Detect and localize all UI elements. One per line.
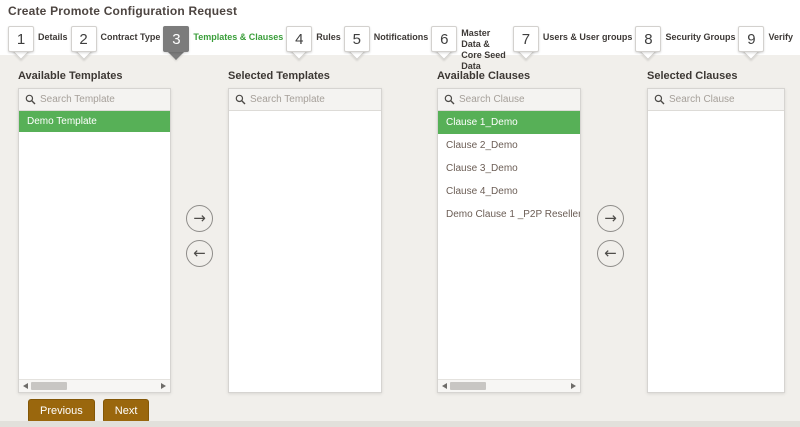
list-item-clause-4[interactable]: Clause 4_Demo (438, 180, 580, 203)
list-item-clause-2[interactable]: Clause 2_Demo (438, 134, 580, 157)
step-number: 4 (286, 26, 312, 52)
next-button[interactable]: Next (103, 399, 150, 423)
step-badge: 8 (635, 26, 661, 64)
step-badge: 4 (286, 26, 312, 64)
move-template-left-button[interactable]: ← (186, 240, 213, 267)
wizard-step-bar: 1 Details 2 Contract Type 3 Templates & … (8, 26, 796, 72)
templates-transfer-controls: → ← (186, 205, 213, 267)
step-number: 3 (163, 26, 189, 52)
move-template-right-button[interactable]: → (186, 205, 213, 232)
wizard-footer: Previous Next (28, 399, 149, 423)
bottom-strip (0, 421, 800, 427)
previous-button[interactable]: Previous (28, 399, 95, 423)
step-security-groups[interactable]: 8 Security Groups (635, 26, 738, 64)
available-templates-items: Demo Template (19, 111, 170, 132)
step-number: 1 (8, 26, 34, 52)
selected-clauses-search (648, 89, 784, 111)
step-badge: 3 (163, 26, 189, 64)
selected-clauses-header: Selected Clauses (647, 70, 785, 82)
search-icon (444, 94, 455, 105)
scroll-thumb[interactable] (31, 382, 67, 390)
step-badge: 1 (8, 26, 34, 64)
available-clauses-column: Available Clauses Clause 1_Demo Clause 2… (437, 70, 581, 393)
search-icon (25, 94, 36, 105)
available-clauses-search-input[interactable] (459, 94, 574, 105)
step-master-data-core-seed-data[interactable]: 6 Master Data & Core Seed Data (431, 26, 513, 72)
step-label: Users & User groups (543, 32, 633, 42)
step-badge: 9 (738, 26, 764, 64)
selected-templates-search (229, 89, 381, 111)
scroll-right-icon[interactable] (161, 383, 166, 389)
list-item-demo-clause-p2p[interactable]: Demo Clause 1 _P2P Reseller (438, 203, 580, 226)
available-templates-search-input[interactable] (40, 94, 164, 105)
move-clause-left-button[interactable]: ← (597, 240, 624, 267)
selected-clauses-column: Selected Clauses (647, 70, 785, 393)
step-label: Security Groups (665, 32, 735, 42)
step-badge: 6 (431, 26, 457, 64)
step-label: Details (38, 32, 68, 42)
move-clause-right-button[interactable]: → (597, 205, 624, 232)
selected-templates-column: Selected Templates (228, 70, 382, 393)
step-number: 7 (513, 26, 539, 52)
available-templates-search (19, 89, 170, 111)
step-badge: 5 (344, 26, 370, 64)
available-templates-listbox: Demo Template (18, 88, 171, 393)
step-number: 9 (738, 26, 764, 52)
clauses-transfer-controls: → ← (597, 205, 624, 267)
step-label: Rules (316, 32, 341, 42)
step-number: 5 (344, 26, 370, 52)
step-notifications[interactable]: 5 Notifications (344, 26, 432, 64)
available-clauses-items: Clause 1_Demo Clause 2_Demo Clause 3_Dem… (438, 111, 580, 226)
step-number: 2 (71, 26, 97, 52)
available-clauses-header: Available Clauses (437, 70, 581, 82)
search-icon (654, 94, 665, 105)
list-item-clause-3[interactable]: Clause 3_Demo (438, 157, 580, 180)
step-contract-type[interactable]: 2 Contract Type (71, 26, 164, 64)
step-verify[interactable]: 9 Verify (738, 26, 796, 64)
step-label: Templates & Clauses (193, 32, 283, 42)
step-users-user-groups[interactable]: 7 Users & User groups (513, 26, 636, 64)
step-rules[interactable]: 4 Rules (286, 26, 344, 64)
available-clauses-listbox: Clause 1_Demo Clause 2_Demo Clause 3_Dem… (437, 88, 581, 393)
selected-clauses-search-input[interactable] (669, 94, 778, 105)
horizontal-scrollbar[interactable] (19, 379, 170, 392)
scroll-right-icon[interactable] (571, 383, 576, 389)
page-title: Create Promote Configuration Request (8, 4, 237, 18)
selected-templates-header: Selected Templates (228, 70, 382, 82)
step-label: Verify (768, 32, 793, 42)
search-icon (235, 94, 246, 105)
scroll-left-icon[interactable] (23, 383, 28, 389)
selected-clauses-listbox (647, 88, 785, 393)
list-item-demo-template[interactable]: Demo Template (19, 111, 170, 132)
create-promote-configuration-page: Create Promote Configuration Request 1 D… (0, 0, 800, 427)
available-templates-column: Available Templates Demo Template (18, 70, 171, 393)
scroll-left-icon[interactable] (442, 383, 447, 389)
step-label: Master Data & Core Seed Data (461, 28, 510, 72)
available-templates-header: Available Templates (18, 70, 171, 82)
step-badge: 2 (71, 26, 97, 64)
selected-templates-search-input[interactable] (250, 94, 375, 105)
available-clauses-search (438, 89, 580, 111)
step-label: Notifications (374, 32, 429, 42)
step-number: 8 (635, 26, 661, 52)
horizontal-scrollbar[interactable] (438, 379, 580, 392)
step-details[interactable]: 1 Details (8, 26, 71, 64)
step-label: Contract Type (101, 32, 161, 42)
selected-templates-listbox (228, 88, 382, 393)
step-number: 6 (431, 26, 457, 52)
scroll-thumb[interactable] (450, 382, 486, 390)
step-badge: 7 (513, 26, 539, 64)
step-templates-clauses[interactable]: 3 Templates & Clauses (163, 26, 286, 64)
list-item-clause-1[interactable]: Clause 1_Demo (438, 111, 580, 134)
